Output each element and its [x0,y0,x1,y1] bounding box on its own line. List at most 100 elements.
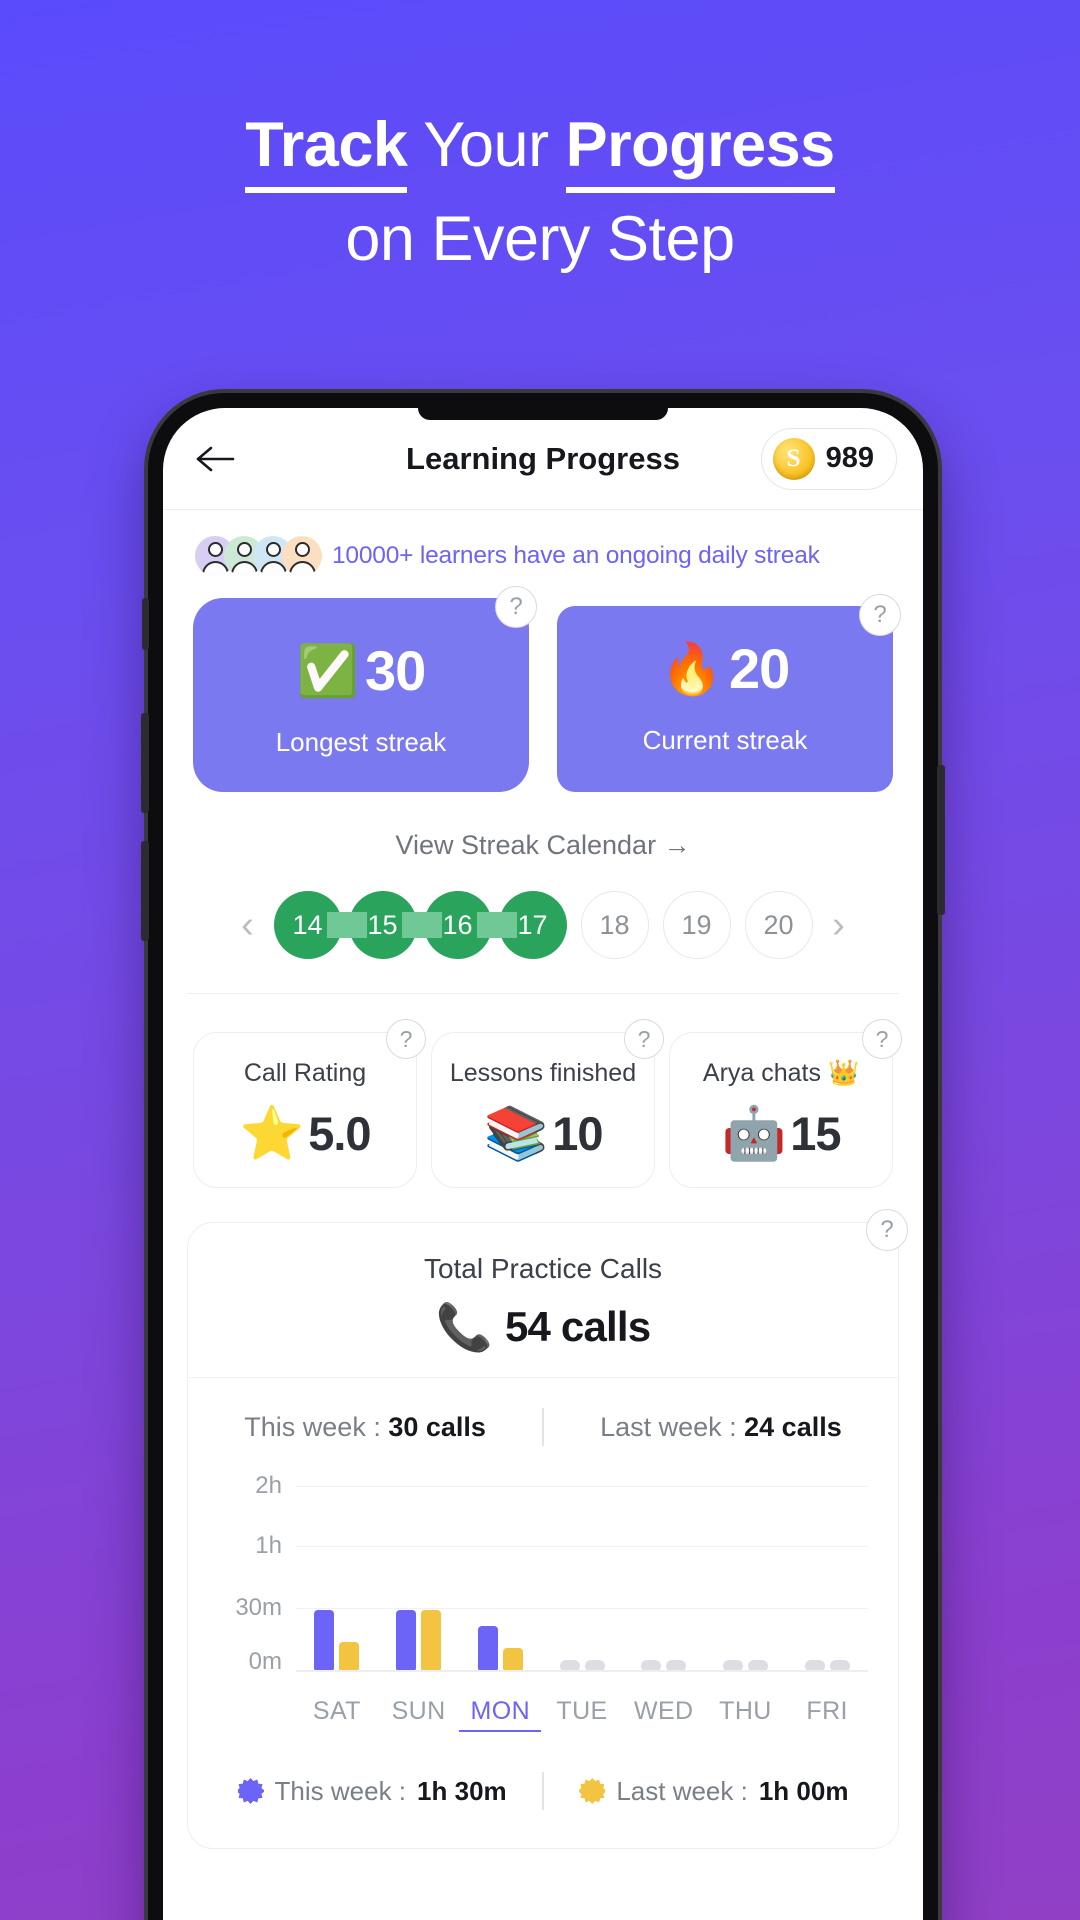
bar-last-week [339,1642,360,1672]
help-icon[interactable]: ? [866,1209,908,1251]
legend-this-week-label: This week : [274,1775,407,1806]
streak-cards-row: ? ✅ 30 Longest streak ? 🔥 20 Current str… [187,586,901,792]
arya-chats-title-text: Arya chats [702,1059,821,1087]
day-chip[interactable]: 17 [498,891,567,959]
phone-mute-switch [142,598,149,650]
help-icon[interactable]: ? [862,1019,902,1059]
practice-time-bar-chart: 2h 1h 30m 0m SAT SUN MON TUE WED THU FRI [210,1472,868,1732]
lessons-finished-card[interactable]: ? Lessons finished 📚 10 [431,1019,664,1188]
x-tick-wed[interactable]: WED [623,1697,705,1732]
bar-group-fri [786,1472,868,1672]
arya-chats-value: 15 [790,1107,841,1160]
headline-word-your: Your [407,110,566,180]
promo-headline: Track Your Progress on Every Step [0,108,1080,277]
coin-balance-button[interactable]: S 989 [760,427,897,490]
view-streak-calendar-link[interactable]: View Streak Calendar → [187,830,899,861]
current-streak-value-row: 🔥 20 [557,636,893,701]
last-week-calls-label: Last week : [600,1411,745,1442]
headline-word-progress: Progress [565,110,835,193]
bar-group-wed [623,1472,705,1672]
lessons-finished-value: 10 [552,1107,603,1160]
books-icon: 📚 [483,1104,549,1163]
bar-group-mon [459,1472,541,1672]
calls-summary: Total Practice Calls 📞 54 calls [188,1223,898,1378]
app-header: Learning Progress S 989 [163,408,923,510]
phone-screen: Learning Progress S 989 10000+ learners … [163,408,923,1920]
call-rating-card[interactable]: ? Call Rating ⭐ 5.0 [193,1019,426,1188]
last-week-calls: Last week : 24 calls [544,1412,898,1443]
phone-volume-down-button [141,841,149,941]
phone-mockup: Learning Progress S 989 10000+ learners … [141,393,945,1920]
bar-this-week [396,1610,417,1672]
help-icon[interactable]: ? [624,1019,664,1059]
verified-badge-icon: ✅ [296,642,359,699]
weekly-calls-comparison: This week : 30 calls Last week : 24 call… [188,1378,898,1454]
y-tick-label: 0m [248,1648,282,1675]
arya-chats-label: Arya chats 👑 [678,1059,884,1088]
social-proof-banner: 10000+ learners have an ongoing daily st… [187,536,899,576]
x-tick-thu[interactable]: THU [705,1697,787,1732]
longest-streak-value-row: ✅ 30 [193,638,529,703]
chevron-left-icon[interactable]: ‹ [222,904,274,947]
legend-this-week: This week : 1h 30m [202,1776,542,1807]
help-icon[interactable]: ? [386,1019,426,1059]
calls-total-value: 54 calls [504,1303,651,1350]
x-tick-tue[interactable]: TUE [541,1697,623,1732]
this-week-calls-value: 30 calls [388,1411,486,1442]
bar-last-week [502,1648,523,1672]
x-tick-fri[interactable]: FRI [786,1697,868,1732]
bar-this-week [477,1626,498,1672]
day-chip[interactable]: 19 [662,891,731,959]
day-chip[interactable]: 18 [580,891,649,959]
current-streak-value: 20 [728,637,790,700]
crown-icon: 👑 [827,1059,860,1087]
help-icon[interactable]: ? [495,586,537,628]
back-button[interactable] [189,433,241,485]
total-practice-calls-card: ? Total Practice Calls 📞 54 calls This w… [187,1209,908,1849]
legend-this-week-value: 1h 30m [417,1775,507,1806]
streak-day-strip: ‹ 14 15 16 17 18 19 20 › [187,891,899,994]
x-tick-mon[interactable]: MON [459,1697,542,1732]
y-tick-label: 1h [255,1532,282,1559]
arrow-left-icon [196,446,235,471]
chart-plot-area [296,1472,868,1672]
current-streak-card[interactable]: ? 🔥 20 Current streak [557,594,901,792]
x-tick-sat[interactable]: SAT [296,1697,378,1732]
bar-group-sun [378,1472,460,1672]
headline-line-2: on Every Step [345,203,735,274]
day-list: 14 15 16 17 18 19 20 [273,891,813,959]
lessons-finished-label: Lessons finished [449,1059,637,1087]
calls-total-row: 📞 54 calls [188,1303,898,1351]
legend-last-week-value: 1h 00m [758,1775,849,1806]
chevron-right-icon[interactable]: › [813,904,865,947]
learner-avatars [195,536,322,576]
arya-chats-value-row: 🤖 15 [678,1106,884,1161]
call-rating-value-row: ⭐ 5.0 [202,1106,408,1161]
call-rating-label: Call Rating [243,1059,367,1087]
this-week-calls-label: This week : [244,1411,389,1442]
burst-icon-yellow [579,1778,606,1804]
bar-last-week [421,1610,442,1672]
last-week-calls-value: 24 calls [744,1411,842,1442]
star-icon: ⭐ [239,1104,305,1163]
arya-chats-card[interactable]: ? Arya chats 👑 🤖 15 [669,1019,902,1188]
phone-power-button [937,765,945,915]
app-content: 10000+ learners have an ongoing daily st… [163,536,923,1849]
headline-word-track: Track [245,110,408,193]
coin-balance-value: 989 [825,442,874,474]
fire-icon: 🔥 [660,640,723,697]
bar-group-thu [705,1472,787,1672]
y-tick-label: 30m [235,1594,282,1621]
lessons-finished-value-row: 📚 10 [440,1106,646,1161]
headline-line-1: Track Your Progress [0,108,1080,193]
phone-call-icon: 📞 [435,1301,493,1353]
help-icon[interactable]: ? [859,594,901,636]
calls-title: Total Practice Calls [423,1253,663,1284]
longest-streak-card[interactable]: ? ✅ 30 Longest streak [193,586,537,792]
robot-icon: 🤖 [721,1104,787,1163]
current-streak-label: Current streak [642,725,808,755]
burst-icon-purple [237,1778,264,1804]
x-tick-sun[interactable]: SUN [378,1697,460,1732]
day-chip[interactable]: 20 [744,891,813,959]
bar-group-tue [541,1472,623,1672]
